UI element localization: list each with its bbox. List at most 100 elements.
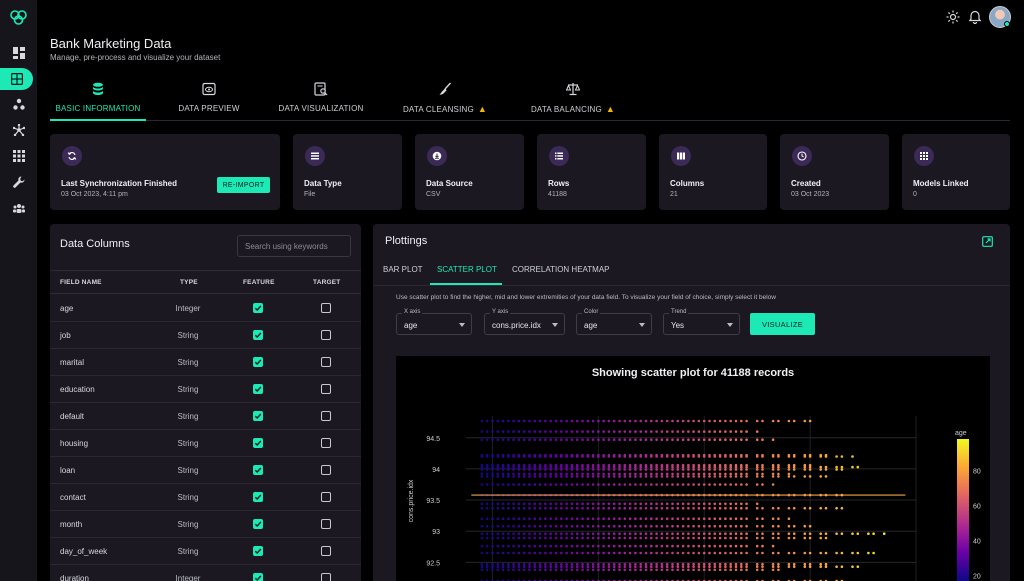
data-point (639, 562, 642, 566)
brightness-icon[interactable] (946, 10, 960, 24)
tab-basic-information[interactable]: BASIC INFORMATION (50, 80, 146, 120)
data-point (655, 465, 658, 469)
x-axis-select[interactable]: X axis age (396, 309, 472, 335)
target-checkbox[interactable] (321, 573, 331, 581)
target-checkbox[interactable] (321, 492, 331, 502)
data-point (496, 483, 500, 486)
tab-correlation-heatmap[interactable]: CORRELATION HEATMAP (512, 265, 610, 274)
tab-data-cleansing[interactable]: DATA CLEANSING ▲ (400, 80, 490, 120)
data-point (824, 468, 828, 471)
tab-bar-plot[interactable]: BAR PLOT (383, 265, 423, 274)
sidebar-item-apps[interactable] (0, 145, 37, 167)
data-point (697, 465, 701, 469)
data-columns-title: Data Columns (60, 238, 130, 250)
field-name: day_of_week (60, 547, 108, 556)
sidebar-item-tools[interactable] (0, 171, 37, 193)
data-point (586, 506, 590, 510)
data-point (660, 524, 664, 528)
data-point (570, 532, 574, 535)
data-point (740, 562, 743, 566)
target-checkbox[interactable] (321, 411, 331, 421)
data-point (602, 438, 605, 441)
data-point (612, 438, 616, 441)
y-axis-select[interactable]: Y axis cons.price.idx (484, 309, 565, 335)
feature-checkbox[interactable] (253, 411, 263, 421)
sidebar-item-dashboard[interactable] (0, 42, 37, 64)
data-point (740, 472, 743, 476)
feature-checkbox[interactable] (253, 330, 263, 340)
data-point (591, 430, 595, 433)
data-point (581, 465, 584, 469)
target-checkbox[interactable] (321, 357, 331, 367)
trend-select[interactable]: Trend Yes (663, 309, 740, 335)
data-point (665, 565, 669, 568)
sidebar-item-network[interactable] (0, 119, 37, 141)
target-checkbox[interactable] (321, 384, 331, 394)
sidebar-item-users[interactable] (0, 197, 37, 219)
data-point (512, 551, 515, 555)
data-point (628, 517, 632, 520)
feature-checkbox[interactable] (253, 303, 263, 313)
data-point (602, 532, 605, 535)
visualize-button[interactable]: VISUALIZE (750, 313, 815, 335)
data-point (792, 551, 796, 555)
feature-checkbox[interactable] (253, 465, 263, 475)
feature-checkbox[interactable] (253, 492, 263, 502)
target-checkbox[interactable] (321, 519, 331, 529)
feature-checkbox[interactable] (253, 438, 263, 448)
data-point (713, 430, 717, 433)
data-point (581, 536, 584, 540)
data-point (639, 438, 642, 441)
tab-data-visualization[interactable]: DATA VISUALIZATION (276, 80, 366, 120)
feature-checkbox[interactable] (253, 357, 263, 367)
data-point (565, 524, 568, 528)
data-point (591, 419, 595, 423)
feature-checkbox[interactable] (253, 519, 263, 529)
target-checkbox[interactable] (321, 465, 331, 475)
data-point (565, 517, 568, 520)
tab-scatter-plot[interactable]: SCATTER PLOT (437, 265, 497, 274)
color-select[interactable]: Color age (576, 309, 652, 335)
feature-checkbox[interactable] (253, 546, 263, 556)
data-point (507, 483, 510, 486)
data-point (718, 524, 722, 528)
open-external-icon[interactable] (982, 236, 993, 247)
sidebar-item-datasets[interactable] (0, 68, 33, 90)
data-point (729, 468, 732, 471)
data-point (761, 506, 764, 510)
data-point (602, 517, 605, 520)
data-point (565, 532, 568, 535)
tab-data-preview[interactable]: DATA PREVIEW (170, 80, 248, 120)
data-point (591, 568, 595, 572)
data-point (803, 465, 807, 469)
data-point (755, 524, 759, 528)
target-checkbox[interactable] (321, 330, 331, 340)
tab-label: DATA VISUALIZATION (278, 104, 364, 113)
target-checkbox[interactable] (321, 438, 331, 448)
reimport-button[interactable]: RE-IMPORT (217, 177, 270, 193)
column-search-input[interactable]: Search using keywords (237, 235, 351, 257)
target-checkbox[interactable] (321, 546, 331, 556)
data-point (660, 455, 664, 458)
data-point (549, 483, 552, 486)
data-point (792, 562, 796, 566)
sidebar (0, 0, 37, 581)
data-point (697, 551, 701, 555)
data-point (745, 517, 748, 520)
bell-icon[interactable] (968, 10, 982, 24)
data-point (501, 544, 505, 548)
tab-data-balancing[interactable]: DATA BALANCING ▲ (530, 80, 616, 120)
data-point (713, 475, 717, 478)
data-point (507, 544, 510, 548)
data-point (665, 430, 669, 433)
feature-checkbox[interactable] (253, 384, 263, 394)
data-point (734, 536, 738, 540)
data-point (729, 544, 732, 548)
feature-checkbox[interactable] (253, 573, 263, 581)
data-point (607, 468, 611, 471)
sidebar-item-graph[interactable] (0, 93, 37, 115)
data-point (496, 565, 500, 568)
data-point (565, 568, 568, 572)
target-checkbox[interactable] (321, 303, 331, 313)
brand-logo-icon[interactable] (9, 9, 29, 25)
